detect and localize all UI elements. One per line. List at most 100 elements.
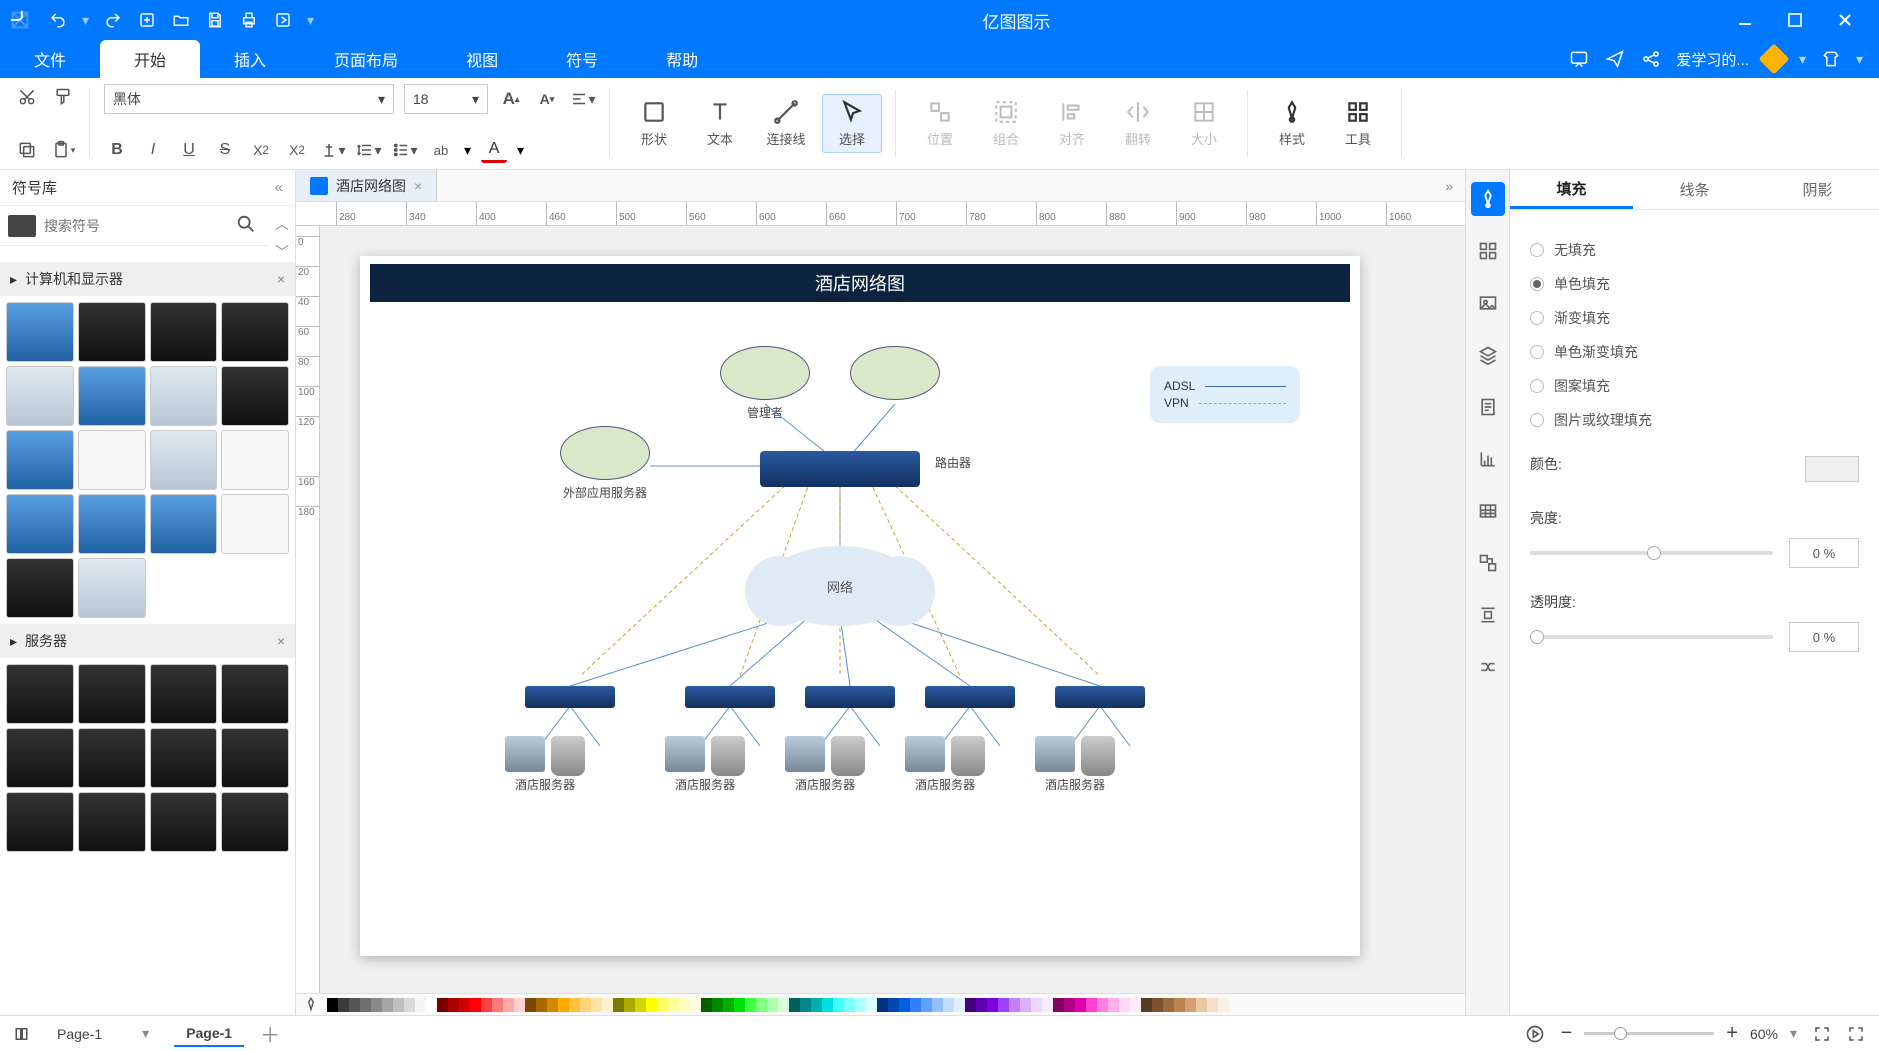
color-swatch[interactable] <box>646 998 657 1012</box>
shape-item[interactable] <box>150 430 218 490</box>
underline-icon[interactable]: U <box>176 137 202 163</box>
node-manager[interactable]: 管理者 <box>720 346 810 421</box>
shape-item[interactable] <box>6 302 74 362</box>
line-spacing-icon[interactable]: ▾ <box>356 137 382 163</box>
font-size-combo[interactable]: 18▾ <box>404 84 488 114</box>
color-swatch[interactable] <box>734 998 745 1012</box>
opacity-value[interactable]: 0 % <box>1789 622 1859 652</box>
zoom-label[interactable]: 60% <box>1750 1026 1778 1042</box>
shape-item[interactable] <box>150 494 218 554</box>
fit-page-icon[interactable] <box>1813 1025 1831 1043</box>
color-swatch[interactable] <box>558 998 569 1012</box>
opacity-slider[interactable] <box>1530 635 1773 639</box>
category-servers[interactable]: ▸ 服务器× <box>0 624 295 658</box>
color-swatch[interactable] <box>1075 998 1086 1012</box>
tab-line[interactable]: 线条 <box>1633 170 1756 209</box>
color-swatch[interactable] <box>1207 998 1218 1012</box>
collapse-panel-icon[interactable]: « <box>275 179 283 196</box>
menu-page-layout[interactable]: 页面布局 <box>300 40 432 78</box>
color-swatch[interactable] <box>668 998 679 1012</box>
menu-home[interactable]: 开始 <box>100 40 200 78</box>
fill-option-mono-gradient[interactable]: 单色渐变填充 <box>1530 342 1859 362</box>
color-swatch[interactable] <box>1009 998 1020 1012</box>
save-icon[interactable] <box>205 10 225 30</box>
cut-icon[interactable] <box>14 84 40 110</box>
color-swatch[interactable] <box>426 998 437 1012</box>
shape-item[interactable] <box>6 558 74 618</box>
feedback-icon[interactable] <box>1568 48 1590 70</box>
nav-down-icon[interactable]: ﹀ <box>275 242 289 262</box>
color-swatch[interactable] <box>844 998 855 1012</box>
color-swatch[interactable] <box>338 998 349 1012</box>
shape-item[interactable] <box>78 494 146 554</box>
color-swatch[interactable] <box>701 998 712 1012</box>
color-swatch[interactable] <box>591 998 602 1012</box>
document-tab[interactable]: 酒店网络图 × <box>296 170 437 201</box>
tools-button[interactable]: 工具 <box>1328 95 1388 152</box>
color-swatch[interactable] <box>415 998 426 1012</box>
shape-item[interactable] <box>150 792 218 852</box>
align-icon[interactable]: ▾ <box>570 86 596 112</box>
color-swatch[interactable] <box>525 998 536 1012</box>
superscript-icon[interactable]: X2 <box>248 137 274 163</box>
search-input[interactable] <box>44 212 227 240</box>
color-swatch[interactable] <box>437 998 448 1012</box>
dock-distribute-icon[interactable] <box>1471 598 1505 632</box>
color-swatch[interactable] <box>613 998 624 1012</box>
node-network[interactable]: 网络 <box>765 546 915 626</box>
format-painter-icon[interactable] <box>50 84 76 110</box>
category-computers[interactable]: ▸ 计算机和显示器× <box>0 262 295 296</box>
server-group-2[interactable]: 酒店服务器 <box>665 736 745 793</box>
color-swatch[interactable] <box>745 998 756 1012</box>
zoom-out-button[interactable]: − <box>1561 1022 1573 1045</box>
vip-icon[interactable] <box>1763 48 1785 70</box>
print-icon[interactable] <box>239 10 259 30</box>
open-icon[interactable] <box>171 10 191 30</box>
color-swatch[interactable] <box>503 998 514 1012</box>
color-swatch[interactable] <box>1108 998 1119 1012</box>
color-swatch[interactable] <box>789 998 800 1012</box>
italic-icon[interactable]: I <box>140 137 166 163</box>
shape-item[interactable] <box>6 366 74 426</box>
bullets-icon[interactable]: ▾ <box>392 137 418 163</box>
color-swatch[interactable] <box>1130 998 1141 1012</box>
node-switch-2[interactable] <box>685 686 775 708</box>
color-swatch[interactable] <box>943 998 954 1012</box>
color-swatch[interactable] <box>360 998 371 1012</box>
color-swatch[interactable] <box>1097 998 1108 1012</box>
color-swatch[interactable] <box>547 998 558 1012</box>
dock-fill-icon[interactable] <box>1471 182 1505 216</box>
color-swatch[interactable] <box>800 998 811 1012</box>
shape-item[interactable] <box>221 430 289 490</box>
brightness-value[interactable]: 0 % <box>1789 538 1859 568</box>
server-group-1[interactable]: 酒店服务器 <box>505 736 585 793</box>
redo-icon[interactable] <box>103 10 123 30</box>
paste-icon[interactable]: ▾ <box>50 137 76 163</box>
color-swatch[interactable] <box>327 998 338 1012</box>
server-group-5[interactable]: 酒店服务器 <box>1035 736 1115 793</box>
color-swatch[interactable] <box>1174 998 1185 1012</box>
color-swatch[interactable] <box>855 998 866 1012</box>
node-router[interactable] <box>760 451 920 487</box>
canvas[interactable]: 酒店网络图 ADSL VPN 管理者 外部应用服务器 <box>320 226 1465 993</box>
shape-item[interactable] <box>221 664 289 724</box>
menu-view[interactable]: 视图 <box>432 40 532 78</box>
color-swatch[interactable] <box>580 998 591 1012</box>
shape-item[interactable] <box>221 792 289 852</box>
shape-item[interactable] <box>221 302 289 362</box>
color-swatch[interactable] <box>492 998 503 1012</box>
color-swatch[interactable] <box>965 998 976 1012</box>
new-icon[interactable] <box>137 10 157 30</box>
connector-tool[interactable]: 连接线 <box>756 95 816 152</box>
copy-icon[interactable] <box>14 137 40 163</box>
add-page-button[interactable]: ＋ <box>260 1019 280 1048</box>
color-swatch[interactable] <box>888 998 899 1012</box>
shape-item[interactable] <box>221 494 289 554</box>
menu-symbol[interactable]: 符号 <box>532 40 632 78</box>
dock-layout-icon[interactable] <box>1471 234 1505 268</box>
undo-icon[interactable] <box>48 10 68 30</box>
color-swatch[interactable] <box>1141 998 1152 1012</box>
fill-option-texture[interactable]: 图片或纹理填充 <box>1530 410 1859 430</box>
color-swatch[interactable] <box>778 998 789 1012</box>
color-swatch[interactable] <box>514 998 525 1012</box>
